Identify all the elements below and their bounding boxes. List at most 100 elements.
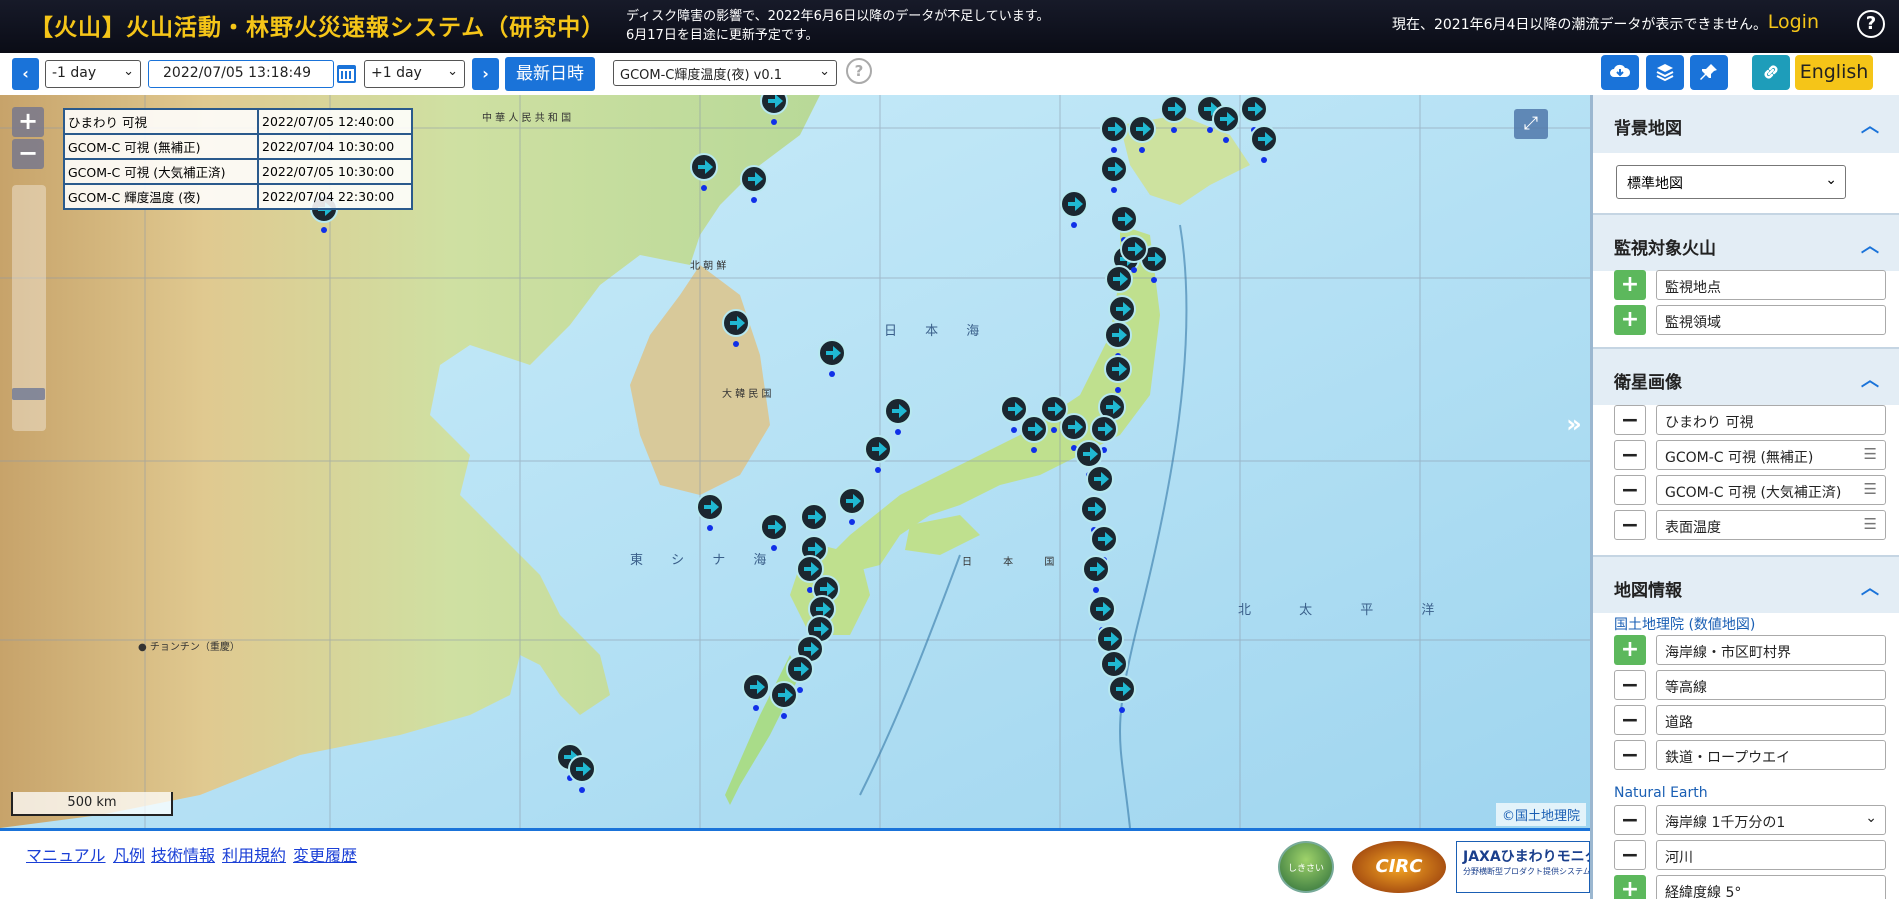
volcano-marker-icon[interactable] xyxy=(838,487,866,515)
remove-gcomc-raw-button[interactable]: − xyxy=(1614,440,1646,470)
calendar-icon[interactable] xyxy=(337,65,356,83)
volcano-marker-icon[interactable] xyxy=(1075,440,1103,468)
jaxa-himawari-logo[interactable]: JAXAひまわりモニタ 分野横断型プロダクト提供システム xyxy=(1456,841,1590,893)
datetime-input[interactable]: 2022/07/05 13:18:49 xyxy=(148,60,334,88)
volcano-marker-icon[interactable] xyxy=(1108,295,1136,323)
volcano-marker-icon[interactable] xyxy=(800,503,828,531)
volcano-marker-icon[interactable] xyxy=(568,755,596,783)
remove-river-button[interactable]: − xyxy=(1614,840,1646,870)
add-coastline-button[interactable]: + xyxy=(1614,635,1646,665)
remove-road-button[interactable]: − xyxy=(1614,705,1646,735)
volcano-marker-icon[interactable] xyxy=(690,153,718,181)
drag-handle-icon[interactable]: ☰ xyxy=(1864,445,1877,463)
volcano-marker-icon[interactable] xyxy=(1060,190,1088,218)
history-link[interactable]: 変更履歴 xyxy=(293,842,357,866)
help-button[interactable]: ? xyxy=(1857,10,1885,38)
volcano-marker-icon[interactable] xyxy=(1090,525,1118,553)
layers-button[interactable] xyxy=(1646,55,1684,90)
volcano-marker-icon[interactable] xyxy=(1105,265,1133,293)
drag-handle-icon[interactable]: ☰ xyxy=(1864,515,1877,533)
volcano-marker-icon[interactable] xyxy=(1090,415,1118,443)
layer-gsi-road[interactable]: 道路 xyxy=(1656,705,1886,735)
login-link[interactable]: Login xyxy=(1768,11,1819,33)
product-select[interactable]: GCOM-C輝度温度(夜) v0.1 ⌄ xyxy=(613,60,837,86)
remove-railway-button[interactable]: − xyxy=(1614,740,1646,770)
volcano-marker-icon[interactable] xyxy=(1100,155,1128,183)
zoom-in-button[interactable]: + xyxy=(12,107,44,137)
shikisai-logo[interactable]: しきさい xyxy=(1278,841,1334,893)
zoom-slider-thumb[interactable] xyxy=(12,388,45,400)
circ-logo[interactable]: CIRC xyxy=(1352,841,1446,893)
section-satellite[interactable]: 衛星画像 ︿ xyxy=(1593,347,1899,405)
volcano-marker-icon[interactable] xyxy=(760,513,788,541)
volcano-marker-icon[interactable] xyxy=(722,309,750,337)
volcano-marker-icon[interactable] xyxy=(786,655,814,683)
fullscreen-button[interactable]: ⤢ xyxy=(1514,109,1548,139)
volcano-marker-icon[interactable] xyxy=(1082,555,1110,583)
volcano-marker-icon[interactable] xyxy=(1104,355,1132,383)
volcano-marker-icon[interactable] xyxy=(742,673,770,701)
layer-ne-coastline-select[interactable]: 海岸線 1千万分の1 ⌄ xyxy=(1656,805,1886,835)
next-step-select[interactable]: +1 day ⌄ xyxy=(364,60,465,88)
section-volcano[interactable]: 監視対象火山 ︿ xyxy=(1593,213,1899,271)
volcano-marker-icon[interactable] xyxy=(1104,321,1132,349)
layer-gsi-contour[interactable]: 等高線 xyxy=(1656,670,1886,700)
section-basemap[interactable]: 背景地図 ︿ xyxy=(1593,95,1899,153)
volcano-marker-icon[interactable] xyxy=(1096,625,1124,653)
layer-gcomc-corrected[interactable]: GCOM-C 可視 (大気補正済) ☰ xyxy=(1656,475,1886,505)
layer-monitor-area[interactable]: 監視領域 xyxy=(1656,305,1886,335)
manual-link[interactable]: マニュアル xyxy=(26,842,106,866)
volcano-marker-icon[interactable] xyxy=(1086,465,1114,493)
volcano-marker-icon[interactable] xyxy=(1088,595,1116,623)
legend-link[interactable]: 凡例 xyxy=(113,842,145,866)
layer-gcomc-raw[interactable]: GCOM-C 可視 (無補正) ☰ xyxy=(1656,440,1886,470)
drag-handle-icon[interactable]: ☰ xyxy=(1864,480,1877,498)
remove-himawari-button[interactable]: − xyxy=(1614,405,1646,435)
layer-monitor-point[interactable]: 監視地点 xyxy=(1656,270,1886,300)
remove-contour-button[interactable]: − xyxy=(1614,670,1646,700)
english-button[interactable]: English xyxy=(1795,55,1873,90)
volcano-marker-icon[interactable] xyxy=(864,435,892,463)
share-link-button[interactable] xyxy=(1752,55,1790,90)
section-mapinfo[interactable]: 地図情報 ︿ xyxy=(1593,555,1899,613)
tech-info-link[interactable]: 技術情報 xyxy=(151,842,215,866)
basemap-select[interactable]: 標準地図 ⌄ xyxy=(1616,165,1846,199)
download-button[interactable] xyxy=(1601,55,1639,90)
volcano-marker-icon[interactable] xyxy=(1108,675,1136,703)
volcano-marker-icon[interactable] xyxy=(1080,495,1108,523)
layer-ne-graticule[interactable]: 経緯度線 5° xyxy=(1656,875,1886,899)
add-area-button[interactable]: + xyxy=(1614,305,1646,335)
volcano-marker-icon[interactable] xyxy=(696,493,724,521)
product-help-button[interactable]: ? xyxy=(846,58,872,84)
volcano-marker-icon[interactable] xyxy=(1100,650,1128,678)
layer-gsi-coastline[interactable]: 海岸線・市区町村界 xyxy=(1656,635,1886,665)
volcano-marker-icon[interactable] xyxy=(1160,95,1188,123)
prev-step-select[interactable]: -1 day ⌄ xyxy=(45,60,141,88)
volcano-marker-icon[interactable] xyxy=(1000,395,1028,423)
volcano-marker-icon[interactable] xyxy=(1128,115,1156,143)
layer-surface-temp[interactable]: 表面温度 ☰ xyxy=(1656,510,1886,540)
map-attribution[interactable]: ©国土地理院 xyxy=(1496,803,1587,826)
volcano-marker-icon[interactable] xyxy=(1100,115,1128,143)
volcano-marker-icon[interactable] xyxy=(740,165,768,193)
latest-time-button[interactable]: 最新日時 xyxy=(505,57,595,91)
layer-himawari[interactable]: ひまわり 可視 xyxy=(1656,405,1886,435)
pin-button[interactable] xyxy=(1690,55,1728,90)
volcano-marker-icon[interactable] xyxy=(1110,205,1138,233)
volcano-marker-icon[interactable] xyxy=(770,681,798,709)
add-graticule-button[interactable]: + xyxy=(1614,875,1646,899)
volcano-marker-icon[interactable] xyxy=(1250,125,1278,153)
volcano-marker-icon[interactable] xyxy=(1212,105,1240,133)
volcano-marker-icon[interactable] xyxy=(818,339,846,367)
volcano-marker-icon[interactable] xyxy=(1120,235,1148,263)
terms-link[interactable]: 利用規約 xyxy=(222,842,286,866)
panel-toggle-button[interactable]: » xyxy=(1560,410,1588,446)
layer-ne-river[interactable]: 河川 xyxy=(1656,840,1886,870)
remove-sst-button[interactable]: − xyxy=(1614,510,1646,540)
add-point-button[interactable]: + xyxy=(1614,270,1646,300)
volcano-marker-icon[interactable] xyxy=(884,397,912,425)
zoom-out-button[interactable]: − xyxy=(12,139,44,169)
remove-gcomc-corrected-button[interactable]: − xyxy=(1614,475,1646,505)
prev-time-button[interactable]: ‹ xyxy=(12,58,39,90)
remove-ne-coastline-button[interactable]: − xyxy=(1614,805,1646,835)
